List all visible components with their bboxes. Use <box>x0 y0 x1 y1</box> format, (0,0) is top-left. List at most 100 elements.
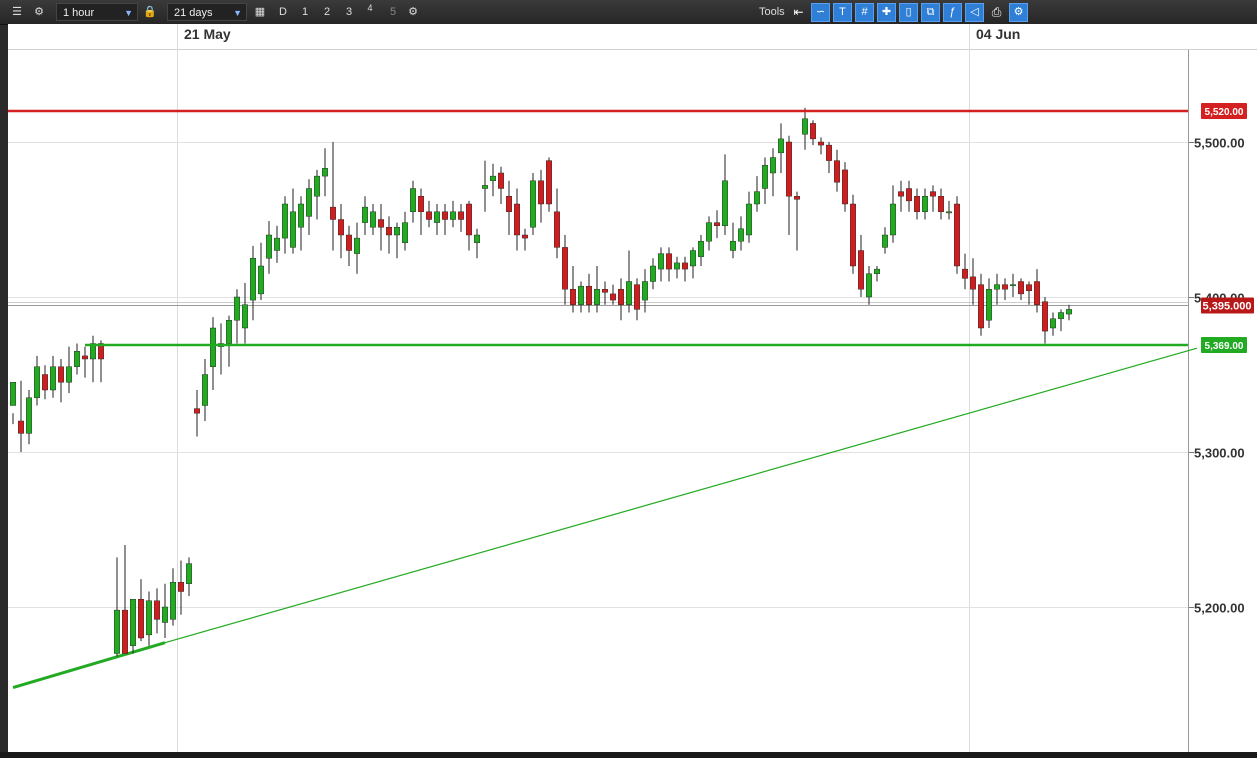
candle-body <box>986 289 993 321</box>
candle-body <box>994 284 1001 290</box>
candle-body <box>810 123 817 140</box>
candle-body <box>1002 284 1009 290</box>
candle-body <box>954 203 961 267</box>
candle-body <box>618 289 625 305</box>
level-label: 5,520.00 <box>1205 107 1244 118</box>
candle-body <box>330 206 337 220</box>
candle-body <box>129 599 136 646</box>
candle-body <box>434 211 441 223</box>
period-button-1[interactable]: 1 <box>296 3 314 21</box>
y-tick-label: 5,300.00 <box>1194 446 1245 461</box>
menu-icon[interactable]: ☰ <box>8 3 26 21</box>
candle-body <box>322 168 329 177</box>
candle-body <box>145 600 152 636</box>
candle-body <box>1026 284 1033 292</box>
chart-window: ☰ ⚙ 1 hour ▼ 🔒 21 days ▼ ▦ D 1 2 3 4 5 ⚙… <box>0 0 1257 758</box>
candle-body <box>778 138 785 154</box>
candle-body <box>306 188 313 217</box>
candle-body <box>1057 312 1064 319</box>
candle-body <box>161 606 168 623</box>
lock-icon[interactable]: 🔒 <box>141 3 159 21</box>
candle-body <box>826 144 833 161</box>
candle-body <box>938 196 945 212</box>
period-button-2[interactable]: 2 <box>318 3 336 21</box>
candle-body <box>137 599 144 639</box>
period-button-3[interactable]: 3 <box>340 3 358 21</box>
candle-body <box>786 141 793 197</box>
tools-label: Tools <box>759 6 785 18</box>
candle-body <box>858 250 865 290</box>
candle-body <box>402 222 409 243</box>
candle-body <box>442 211 449 220</box>
grid-icon[interactable]: # <box>855 3 874 22</box>
period-button-5[interactable]: 5 <box>384 3 402 21</box>
range-value: 21 days <box>174 7 213 19</box>
candle-body <box>794 196 801 200</box>
settings-gear-icon[interactable]: ⚙ <box>30 3 48 21</box>
candle-body <box>418 196 425 212</box>
candle-body <box>490 175 497 181</box>
candle-body <box>466 203 473 236</box>
candle-body <box>906 188 913 202</box>
print-icon[interactable]: ⎙ <box>987 3 1006 22</box>
candle-body <box>282 203 289 239</box>
candle-body <box>522 234 529 239</box>
tool-settings-icon[interactable]: ⚙ <box>1009 3 1028 22</box>
period-button-4[interactable]: 4 <box>361 3 379 21</box>
compare-icon[interactable]: ⧉ <box>921 3 940 22</box>
chevron-down-icon: ▼ <box>124 8 133 18</box>
candle-body <box>249 258 256 301</box>
candle-body <box>698 240 705 257</box>
candle-body <box>42 374 49 391</box>
candle-body <box>754 191 761 205</box>
candle-body <box>930 191 937 197</box>
candle-body <box>1010 284 1017 287</box>
candle-body <box>50 366 57 391</box>
candle-body <box>474 234 481 243</box>
candle-body <box>26 397 33 434</box>
bottom-scrollbar[interactable] <box>0 752 1257 758</box>
candle-body <box>410 188 417 212</box>
candle-body <box>674 262 681 270</box>
candle-body <box>642 281 649 301</box>
candle-body <box>562 247 569 290</box>
chart-toolbar: ☰ ⚙ 1 hour ▼ 🔒 21 days ▼ ▦ D 1 2 3 4 5 ⚙… <box>0 0 1257 25</box>
candle-body <box>362 206 369 223</box>
crosshair-icon[interactable]: ✚ <box>877 3 896 22</box>
candle-body <box>730 240 737 251</box>
candle-body <box>177 582 184 592</box>
trendline <box>12 641 166 690</box>
trendline <box>164 347 1198 644</box>
candle-body <box>185 563 192 584</box>
interval-select[interactable]: 1 hour ▼ <box>56 3 138 21</box>
indicator-icon[interactable]: ƒ <box>943 3 962 22</box>
candle-body <box>546 160 553 205</box>
candle-body <box>946 211 953 214</box>
candle-body <box>506 196 513 212</box>
candle-body <box>290 211 297 248</box>
candle-body <box>193 408 200 414</box>
price-chart[interactable]: 21 May04 Jun5,200.005,300.005,400.005,50… <box>8 24 1257 752</box>
line-tool-icon[interactable]: ∽ <box>811 3 830 22</box>
back-arrow-icon[interactable]: ⇤ <box>789 3 808 22</box>
calendar-icon[interactable]: ▦ <box>251 3 269 21</box>
candle-body <box>738 228 745 242</box>
candle-body <box>610 293 617 301</box>
current-price-label: 5,395.000 <box>1203 301 1252 313</box>
candle-body <box>225 320 232 344</box>
chart-settings-gear-icon[interactable]: ⚙ <box>404 3 422 21</box>
text-tool-icon[interactable]: T <box>833 3 852 22</box>
candlestick-icon[interactable]: ▯ <box>899 3 918 22</box>
chart-area[interactable]: 21 May04 Jun5,200.005,300.005,400.005,50… <box>8 24 1257 752</box>
period-button-d[interactable]: D <box>274 3 292 21</box>
candle-body <box>426 211 433 220</box>
candle-body <box>722 180 729 226</box>
candle-body <box>458 211 465 220</box>
range-select[interactable]: 21 days ▼ <box>167 3 247 21</box>
candle-body <box>370 211 377 228</box>
candle-body <box>578 285 585 305</box>
candle-body <box>338 219 345 236</box>
candle-body <box>266 234 273 259</box>
eraser-icon[interactable]: ◁ <box>965 3 984 22</box>
candle-body <box>121 609 128 654</box>
